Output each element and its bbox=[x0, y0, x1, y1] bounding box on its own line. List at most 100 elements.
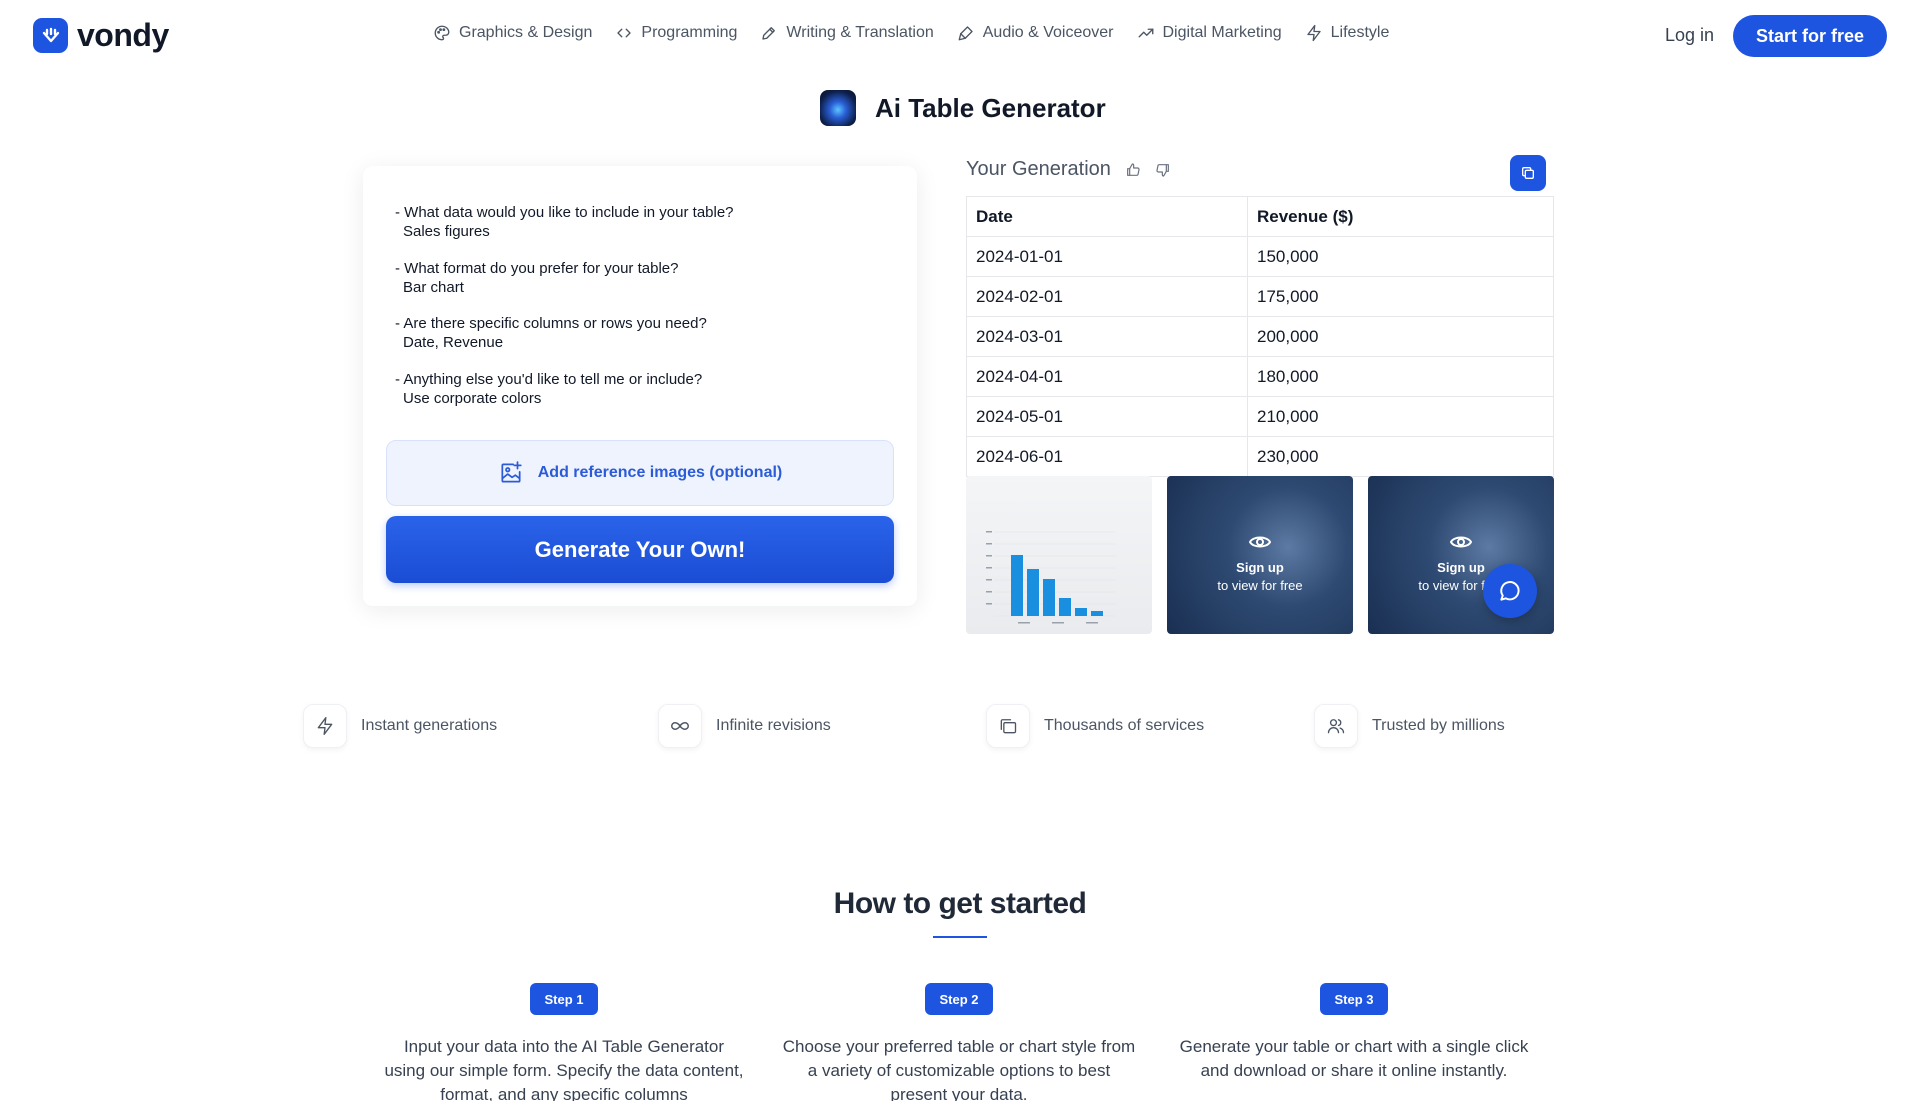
form-question: - Are there specific columns or rows you… bbox=[395, 315, 707, 332]
table-row: 2024-06-01 230,000 bbox=[966, 436, 1554, 477]
add-image-icon bbox=[501, 461, 522, 483]
trending-up-icon bbox=[1138, 28, 1153, 38]
step-description: Generate your table or chart with a sing… bbox=[1179, 1037, 1529, 1080]
table-cell: 2024-06-01 bbox=[966, 436, 1248, 477]
table-cell: 210,000 bbox=[1247, 396, 1554, 437]
nav-lifestyle[interactable]: Lifestyle bbox=[1305, 24, 1390, 42]
table-cell: 180,000 bbox=[1247, 356, 1554, 397]
form-item: - What data would you like to include in… bbox=[395, 203, 734, 241]
microphone-icon bbox=[958, 26, 973, 41]
table-row: 2024-02-01 175,000 bbox=[966, 276, 1554, 317]
table-cell: 2024-01-01 bbox=[966, 236, 1248, 277]
nav-label: Lifestyle bbox=[1330, 24, 1390, 41]
chat-bubble-icon bbox=[1500, 581, 1520, 601]
bar-chart-preview-image bbox=[986, 531, 1116, 624]
table-row: 2024-04-01 180,000 bbox=[966, 356, 1554, 397]
table-cell: 175,000 bbox=[1247, 276, 1554, 317]
feature-label: Thousands of services bbox=[1044, 717, 1205, 734]
tool-icon bbox=[820, 90, 856, 126]
feature-infinite-revisions: Infinite revisions bbox=[658, 704, 831, 748]
lightning-icon bbox=[303, 704, 347, 748]
title-underline bbox=[933, 936, 987, 938]
form-answer: Bar chart bbox=[403, 279, 464, 296]
generate-your-own-button[interactable]: Generate Your Own! bbox=[386, 516, 894, 583]
table-row: 2024-01-01 150,000 bbox=[966, 236, 1554, 277]
table-cell: 2024-05-01 bbox=[966, 396, 1248, 437]
form-answer: Use corporate colors bbox=[403, 390, 542, 407]
feature-label: Instant generations bbox=[361, 717, 498, 734]
form-item: - What format do you prefer for your tab… bbox=[395, 259, 678, 297]
feature-label: Infinite revisions bbox=[716, 717, 831, 734]
vondy-logo[interactable]: vondy bbox=[33, 17, 169, 54]
table-cell: 2024-04-01 bbox=[966, 356, 1248, 397]
table-row: 2024-03-01 200,000 bbox=[966, 316, 1554, 357]
thumbs-up-icon[interactable] bbox=[1125, 162, 1141, 178]
nav-programming[interactable]: Programming bbox=[615, 24, 737, 42]
page-title-area: Ai Table Generator bbox=[820, 90, 1106, 126]
form-answer: Sales figures bbox=[403, 223, 490, 240]
nav-label: Writing & Translation bbox=[786, 24, 934, 41]
form-question: - What data would you like to include in… bbox=[395, 204, 734, 221]
step-badge: Step 3 bbox=[1320, 983, 1388, 1015]
palette-icon bbox=[434, 25, 450, 41]
column-header: Date bbox=[966, 196, 1248, 237]
feature-label: Trusted by millions bbox=[1372, 717, 1505, 734]
folders-icon bbox=[986, 704, 1030, 748]
brand-name: vondy bbox=[77, 17, 169, 53]
signup-label: Sign up bbox=[1236, 559, 1284, 575]
eye-icon bbox=[1249, 536, 1271, 547]
form-question: - Anything else you'd like to tell me or… bbox=[395, 371, 703, 388]
table-cell: 200,000 bbox=[1247, 316, 1554, 357]
generation-title: Your Generation bbox=[966, 158, 1111, 180]
page-title: Ai Table Generator bbox=[875, 92, 1106, 123]
how-to-title: How to get started bbox=[833, 887, 1087, 920]
top-header: vondy Graphics & Design Programming Writ… bbox=[0, 0, 1920, 72]
nav-label: Audio & Voiceover bbox=[982, 24, 1114, 41]
code-icon bbox=[617, 28, 632, 38]
infinity-icon bbox=[658, 704, 702, 748]
table-header-row: Date Revenue ($) bbox=[966, 196, 1554, 237]
column-header: Revenue ($) bbox=[1247, 196, 1554, 237]
login-link[interactable]: Log in bbox=[1665, 25, 1714, 46]
nav-label: Digital Marketing bbox=[1162, 24, 1282, 41]
step-badge: Step 2 bbox=[925, 983, 993, 1015]
prompt-form-card: - What data would you like to include in… bbox=[363, 166, 917, 606]
locked-preview-thumbnail[interactable]: Sign up to view for free bbox=[1167, 476, 1353, 634]
chart-preview-thumbnail[interactable] bbox=[966, 476, 1152, 634]
table-row: 2024-05-01 210,000 bbox=[966, 396, 1554, 437]
eye-icon bbox=[1450, 536, 1472, 547]
lightning-icon bbox=[1306, 24, 1321, 42]
nav-label: Programming bbox=[641, 24, 738, 41]
thumbs-down-icon[interactable] bbox=[1155, 162, 1171, 178]
nav-label: Graphics & Design bbox=[459, 24, 593, 41]
nav-writing-translation[interactable]: Writing & Translation bbox=[760, 24, 934, 42]
generation-header: Your Generation bbox=[966, 158, 1171, 181]
feature-trusted-by-millions: Trusted by millions bbox=[1314, 704, 1505, 748]
table-cell: 150,000 bbox=[1247, 236, 1554, 277]
signup-label: Sign up bbox=[1437, 559, 1485, 575]
form-answer: Date, Revenue bbox=[403, 334, 504, 351]
chat-button[interactable] bbox=[1483, 564, 1537, 618]
signup-sublabel: to view for free bbox=[1217, 577, 1303, 593]
feature-thousands-of-services: Thousands of services bbox=[986, 704, 1204, 748]
vondy-logo-icon bbox=[33, 18, 68, 53]
generated-table: Date Revenue ($) 2024-01-01 150,000 2024… bbox=[966, 196, 1554, 477]
main-nav: Graphics & Design Programming Writing & … bbox=[433, 24, 1389, 42]
add-reference-images-button[interactable]: Add reference images (optional) bbox=[386, 440, 894, 506]
copy-button[interactable] bbox=[1510, 155, 1546, 191]
ref-button-label: Add reference images (optional) bbox=[537, 464, 783, 481]
pen-icon bbox=[762, 27, 776, 40]
nav-audio-voiceover[interactable]: Audio & Voiceover bbox=[957, 24, 1114, 42]
nav-digital-marketing[interactable]: Digital Marketing bbox=[1137, 24, 1282, 42]
users-icon bbox=[1314, 704, 1358, 748]
start-for-free-button[interactable]: Start for free bbox=[1733, 15, 1887, 57]
form-item: - Are there specific columns or rows you… bbox=[395, 314, 707, 352]
step-description: Input your data into the AI Table Genera… bbox=[384, 1037, 744, 1101]
step-description: Choose your preferred table or chart sty… bbox=[782, 1037, 1136, 1101]
table-cell: 2024-03-01 bbox=[966, 316, 1248, 357]
feature-instant-generations: Instant generations bbox=[303, 704, 497, 748]
step-badge: Step 1 bbox=[530, 983, 598, 1015]
form-item: - Anything else you'd like to tell me or… bbox=[395, 370, 702, 408]
nav-graphics-design[interactable]: Graphics & Design bbox=[433, 24, 592, 42]
form-question: - What format do you prefer for your tab… bbox=[395, 260, 679, 277]
